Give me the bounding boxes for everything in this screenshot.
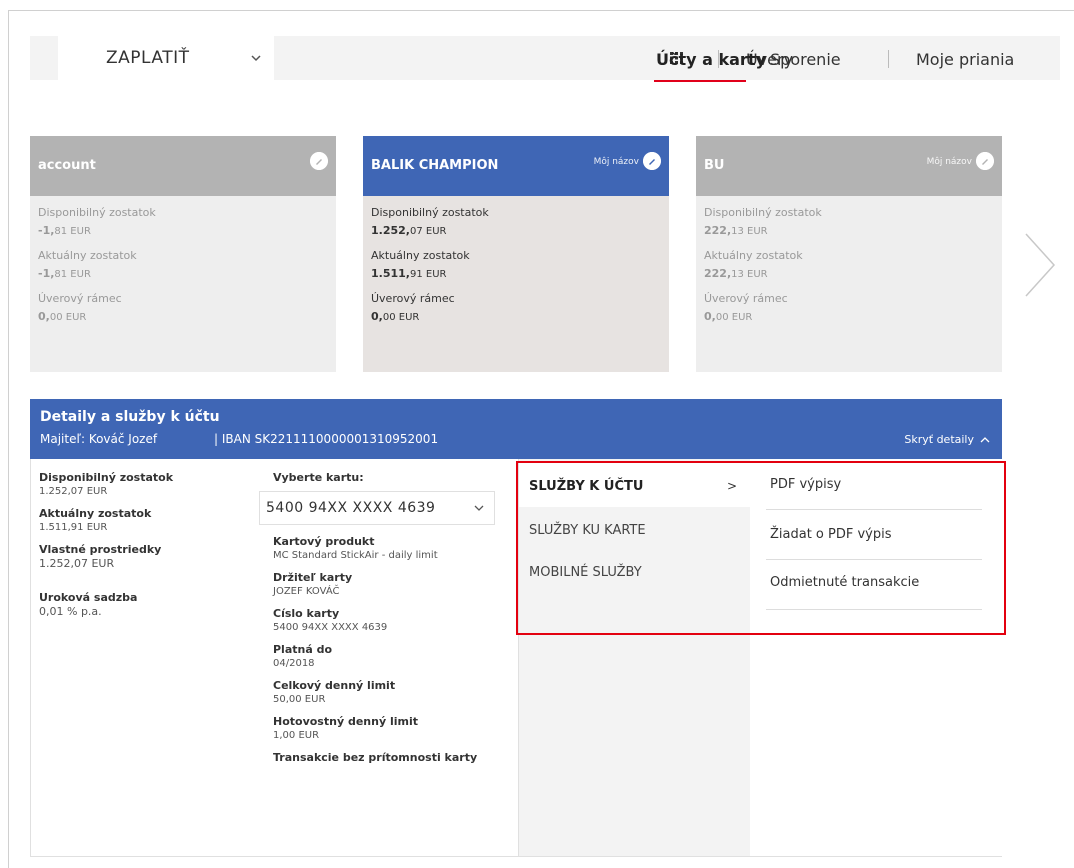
own-funds-value: 1.252,07 EUR bbox=[39, 557, 115, 570]
daily-limit-label: Celkový denný limit bbox=[273, 679, 396, 692]
interest-rate-label: Uroková sadzba bbox=[39, 591, 138, 604]
card-product-value: MC Standard StickAir - daily limit bbox=[273, 550, 438, 561]
credit-value: 0,00 EUR bbox=[704, 310, 753, 323]
chevron-right-icon[interactable] bbox=[1022, 232, 1058, 298]
current-label: Aktuálny zostatok bbox=[38, 249, 137, 262]
cash-limit-label: Hotovostný denný limit bbox=[273, 715, 418, 728]
available-label: Disponibilný zostatok bbox=[704, 206, 822, 219]
pencil-icon[interactable] bbox=[310, 152, 328, 170]
card-info-column: Vyberte kartu: 5400 94XX XXXX 4639 Karto… bbox=[259, 471, 513, 765]
interest-rate-value: 0,01 % p.a. bbox=[39, 605, 102, 618]
current-label: Aktuálny zostatok bbox=[371, 249, 470, 262]
available-value: 1.252,07 EUR bbox=[39, 486, 108, 497]
account-card-bu[interactable]: BU Môj názov Disponibilný zostatok 222,1… bbox=[696, 136, 1002, 372]
pay-dropdown-label: ZAPLATIŤ bbox=[106, 48, 190, 68]
current-label: Aktuálny zostatok bbox=[39, 507, 152, 520]
card-header: BU Môj názov bbox=[696, 136, 1002, 196]
valid-until-label: Platná do bbox=[273, 643, 333, 656]
credit-label: Úverový rámec bbox=[704, 292, 788, 305]
card-holder-value: JOZEF KOVÁČ bbox=[273, 586, 340, 597]
chevron-down-icon bbox=[251, 55, 261, 62]
credit-value: 0,00 EUR bbox=[371, 310, 420, 323]
iban-label: | IBAN SK2211110000001310952001 bbox=[214, 432, 439, 446]
pay-dropdown[interactable]: ZAPLATIŤ bbox=[58, 36, 274, 80]
nav-item-moje-priania[interactable]: Moje priania bbox=[916, 50, 1014, 69]
card-select-value: 5400 94XX XXXX 4639 bbox=[266, 500, 436, 516]
own-funds-label: Vlastné prostriedky bbox=[39, 543, 162, 556]
active-tab-underline bbox=[654, 80, 746, 82]
available-value: -1,81 EUR bbox=[38, 224, 91, 237]
detail-title: Detaily a služby k účtu bbox=[40, 409, 220, 425]
current-label: Aktuálny zostatok bbox=[704, 249, 803, 262]
bottom-divider bbox=[30, 856, 1002, 857]
card-holder-label: Držiteľ karty bbox=[273, 571, 353, 584]
cash-limit-value: 1,00 EUR bbox=[273, 730, 320, 741]
account-detail-header: Detaily a služby k účtu Majiteľ: Kováč J… bbox=[30, 399, 1002, 459]
pencil-icon[interactable] bbox=[643, 152, 661, 170]
card-title: BALIK CHAMPION bbox=[371, 158, 499, 173]
card-title: account bbox=[38, 158, 96, 173]
account-card-balik-champion[interactable]: BALIK CHAMPION Môj názov Disponibilný zo… bbox=[363, 136, 669, 372]
card-number-label: Císlo karty bbox=[273, 607, 340, 620]
available-label: Disponibilný zostatok bbox=[38, 206, 156, 219]
card-product-label: Kartový produkt bbox=[273, 535, 375, 548]
available-value: 222,13 EUR bbox=[704, 224, 768, 237]
nav-divider bbox=[888, 50, 889, 68]
card-header: account bbox=[30, 136, 336, 196]
my-name-label: Môj názov bbox=[926, 157, 972, 167]
owner-label: Majiteľ: Kováč Jozef bbox=[40, 432, 158, 446]
pencil-icon[interactable] bbox=[976, 152, 994, 170]
current-value: 1.511,91 EUR bbox=[371, 267, 447, 280]
card-title: BU bbox=[704, 158, 725, 173]
highlight-box bbox=[516, 461, 1006, 635]
card-select[interactable]: 5400 94XX XXXX 4639 bbox=[259, 491, 495, 525]
credit-value: 0,00 EUR bbox=[38, 310, 87, 323]
my-name-label: Môj názov bbox=[593, 157, 639, 167]
hide-details-label: Skryť detaily bbox=[904, 433, 974, 446]
credit-label: Úverový rámec bbox=[38, 292, 122, 305]
account-info-column: Disponibilný zostatok 1.252,07 EUR Aktuá… bbox=[39, 471, 239, 627]
credit-label: Úverový rámec bbox=[371, 292, 455, 305]
available-label: Disponibilný zostatok bbox=[39, 471, 174, 484]
hide-details-button[interactable]: Skryť detaily bbox=[904, 433, 990, 446]
current-value: 1.511,91 EUR bbox=[39, 522, 108, 533]
card-header: BALIK CHAMPION Môj názov bbox=[363, 136, 669, 196]
chevron-down-icon bbox=[474, 505, 484, 511]
current-value: -1,81 EUR bbox=[38, 267, 91, 280]
nav-item-sporenie[interactable]: Sporenie bbox=[770, 50, 841, 69]
card-not-present-label: Transakcie bez prítomnosti karty bbox=[273, 751, 478, 764]
select-card-label: Vyberte kartu: bbox=[273, 471, 364, 484]
chevron-up-icon bbox=[980, 436, 990, 442]
current-value: 222,13 EUR bbox=[704, 267, 768, 280]
card-number-value: 5400 94XX XXXX 4639 bbox=[273, 622, 388, 633]
available-label: Disponibilný zostatok bbox=[371, 206, 489, 219]
valid-until-value: 04/2018 bbox=[273, 658, 315, 669]
available-value: 1.252,07 EUR bbox=[371, 224, 447, 237]
top-navigation: ZAPLATIŤ Úvery Účty a karty Sporenie Moj… bbox=[30, 36, 1060, 82]
account-card-account[interactable]: account Disponibilný zostatok -1,81 EUR … bbox=[30, 136, 336, 372]
nav-item-ucty-a-karty-label[interactable]: Účty a karty bbox=[656, 50, 766, 69]
daily-limit-value: 50,00 EUR bbox=[273, 694, 326, 705]
